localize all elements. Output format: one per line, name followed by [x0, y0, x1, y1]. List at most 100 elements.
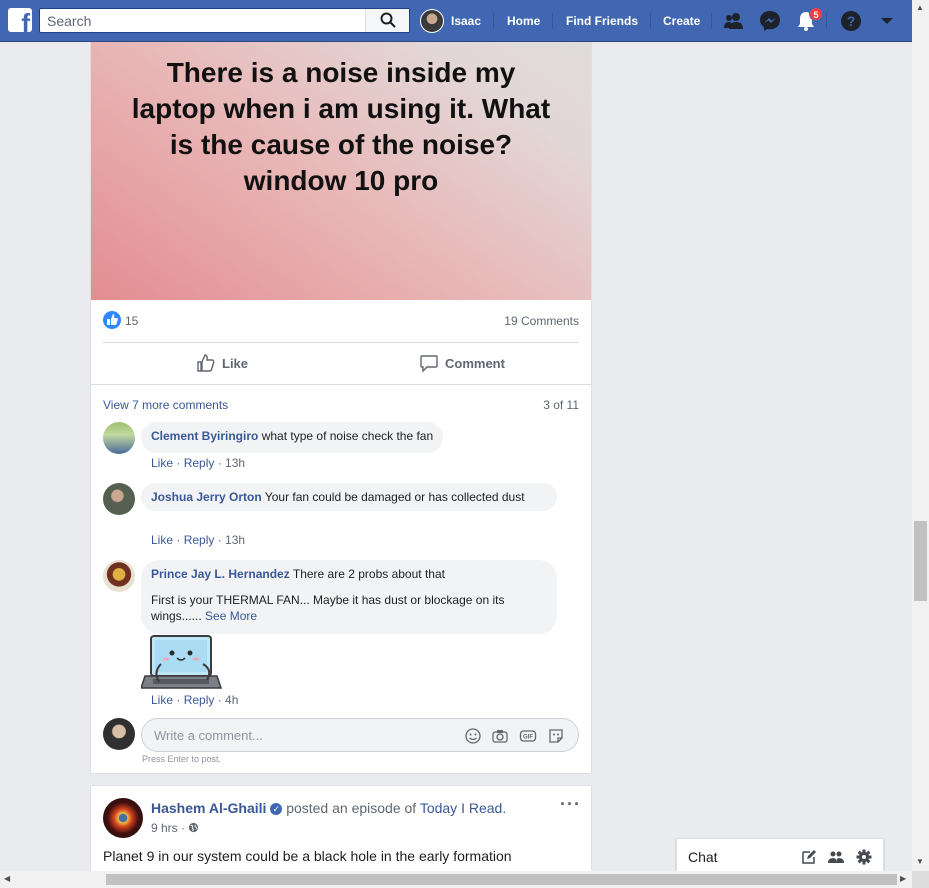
chat-label: Chat — [688, 849, 718, 865]
laptop-sticker-image[interactable] — [141, 634, 223, 692]
settings-gear-icon[interactable] — [856, 849, 872, 865]
sticker-icon[interactable] — [547, 727, 565, 745]
profile-name: Isaac — [451, 14, 482, 28]
comment-input[interactable] — [142, 719, 442, 751]
comment-time[interactable]: 13h — [225, 533, 245, 547]
post-author-link[interactable]: Hashem Al-Ghaili — [151, 800, 266, 816]
press-enter-hint: Press Enter to post. — [142, 754, 222, 764]
new-message-icon[interactable] — [801, 849, 817, 865]
comment-actions: Like · Reply · 13h — [151, 456, 246, 470]
divider — [826, 13, 827, 29]
divider — [552, 13, 553, 29]
comment-reply-link[interactable]: Reply — [184, 533, 215, 547]
comment-like-link[interactable]: Like — [151, 456, 173, 470]
comment-time[interactable]: 13h — [225, 456, 245, 470]
see-more-link[interactable]: See More — [205, 609, 257, 623]
scroll-left-arrow-icon[interactable]: ◀ — [4, 874, 10, 883]
comment-reply-link[interactable]: Reply — [184, 456, 215, 470]
view-more-comments-link[interactable]: View 7 more comments — [103, 398, 228, 412]
horizontal-scrollbar[interactable]: ◀ ▶ — [0, 871, 912, 888]
comment-composer: GIF — [141, 718, 579, 752]
scrollbar-corner — [912, 871, 929, 888]
messenger-icon[interactable] — [759, 10, 781, 32]
avatar — [420, 9, 444, 33]
divider — [711, 13, 712, 29]
svg-text:?: ? — [847, 13, 856, 29]
search-input[interactable] — [40, 9, 370, 32]
comment-label: Comment — [445, 355, 505, 371]
background-text-post: There is a noise inside my laptop when i… — [91, 42, 591, 300]
comment-text: There are 2 probs about that — [292, 567, 445, 581]
chat-bar[interactable]: Chat — [676, 838, 884, 874]
nav-create[interactable]: Create — [663, 14, 700, 28]
create-group-icon[interactable] — [828, 849, 844, 865]
top-navigation-bar: f Isaac Home Find Friends Create 5 ? — [0, 0, 912, 42]
divider — [650, 13, 651, 29]
search-box — [39, 8, 410, 33]
help-icon[interactable]: ? — [840, 10, 862, 32]
globe-icon — [189, 822, 199, 833]
comment-like-link[interactable]: Like — [151, 533, 173, 547]
post-time-text: 9 hrs — [151, 821, 178, 835]
comment-author[interactable]: Clement Byiringiro — [151, 429, 258, 443]
notification-count-badge: 5 — [809, 7, 823, 21]
vertical-scrollbar[interactable]: ▲ ▼ — [912, 0, 929, 871]
like-reaction-icon[interactable] — [103, 311, 121, 329]
search-button[interactable] — [365, 9, 409, 32]
comment-button[interactable]: Comment — [419, 352, 505, 374]
post-timestamp[interactable]: 9 hrs · — [151, 821, 199, 835]
post-action-text: posted an episode of — [286, 800, 417, 816]
comment-icon — [420, 355, 438, 373]
comment-bubble: Prince Jay L. Hernandez There are 2 prob… — [141, 560, 557, 634]
comment-time[interactable]: 4h — [225, 693, 238, 707]
comment-like-link[interactable]: Like — [151, 693, 173, 707]
profile-link[interactable]: Isaac — [420, 0, 481, 42]
svg-text:GIF: GIF — [523, 735, 533, 741]
like-label: Like — [222, 355, 249, 371]
divider — [103, 342, 579, 343]
comment-bubble: Clement Byiringiro what type of noise ch… — [141, 422, 444, 453]
post-options-icon[interactable]: ··· — [560, 794, 581, 815]
comments-count-link[interactable]: 19 Comments — [504, 314, 579, 328]
comment-text: what type of noise check the fan — [261, 429, 434, 443]
post-header: Hashem Al-Ghaili ✓ posted an episode of … — [151, 800, 506, 816]
comment-bubble: Joshua Jerry Orton Your fan could be dam… — [141, 483, 557, 511]
vertical-scrollbar-thumb[interactable] — [914, 521, 927, 601]
comment-text: Your fan could be damaged or has collect… — [264, 490, 525, 504]
divider — [91, 384, 591, 385]
avatar — [103, 718, 135, 750]
nav-home[interactable]: Home — [507, 14, 540, 28]
post-card: Hashem Al-Ghaili ✓ posted an episode of … — [90, 785, 592, 885]
emoji-icon[interactable] — [464, 727, 482, 745]
scroll-right-arrow-icon[interactable]: ▶ — [900, 874, 906, 883]
avatar[interactable] — [103, 560, 135, 592]
friend-requests-icon[interactable] — [723, 10, 745, 32]
comment-author[interactable]: Prince Jay L. Hernandez — [151, 567, 290, 581]
account-menu-chevron-down-icon[interactable] — [876, 10, 898, 32]
comment-actions: Like · Reply · 4h — [151, 693, 239, 707]
scroll-down-arrow-icon[interactable]: ▼ — [916, 857, 924, 866]
like-button[interactable]: Like — [196, 352, 248, 374]
search-icon — [380, 12, 396, 28]
post-text: There is a noise inside my laptop when i… — [131, 57, 551, 196]
comment-author[interactable]: Joshua Jerry Orton — [151, 490, 262, 504]
verified-badge-icon: ✓ — [270, 803, 283, 815]
like-count[interactable]: 15 — [125, 314, 138, 328]
avatar[interactable] — [103, 798, 143, 838]
comments-pager: 3 of 11 — [543, 398, 579, 412]
camera-icon[interactable] — [491, 727, 509, 745]
page-link[interactable]: Today I Read. — [420, 800, 506, 816]
avatar[interactable] — [103, 483, 135, 515]
divider — [493, 13, 494, 29]
post-text: Planet 9 in our system could be a black … — [103, 848, 512, 864]
post-card: There is a noise inside my laptop when i… — [90, 42, 592, 774]
comment-reply-link[interactable]: Reply — [184, 693, 215, 707]
nav-find-friends[interactable]: Find Friends — [566, 14, 638, 28]
reaction-summary: 15 19 Comments — [103, 310, 579, 334]
facebook-logo-icon[interactable]: f — [8, 8, 32, 32]
thumbs-up-icon — [197, 354, 215, 372]
scroll-up-arrow-icon[interactable]: ▲ — [916, 3, 924, 12]
horizontal-scrollbar-thumb[interactable] — [106, 874, 897, 885]
gif-icon[interactable]: GIF — [519, 727, 537, 745]
avatar[interactable] — [103, 422, 135, 454]
